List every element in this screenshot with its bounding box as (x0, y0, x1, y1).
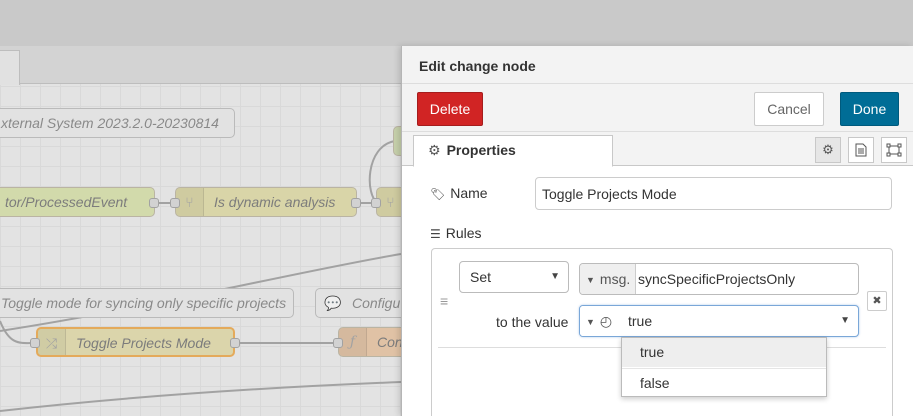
node-label: Conn (377, 334, 401, 350)
tray-tab-bar: ⚙ Properties ⚙ (402, 132, 913, 167)
flow-node-partial-top[interactable] (393, 126, 401, 156)
input-port[interactable] (30, 338, 40, 348)
rule-value-input[interactable]: ▼ ◴ true ▼ (579, 305, 859, 337)
flow-node-function[interactable]: ƒ Conn (338, 327, 401, 357)
delete-button[interactable]: Delete (417, 92, 483, 126)
function-icon: ƒ (339, 328, 367, 356)
workspace-tabs (0, 46, 401, 85)
tray-toolbar: Delete Cancel Done (402, 84, 913, 132)
tab-description[interactable] (848, 137, 874, 163)
to-the-value-label: to the value (496, 314, 569, 330)
rules-label: ☰ Rules (430, 225, 482, 241)
caret-down-icon: ▼ (586, 317, 595, 327)
input-port[interactable] (170, 198, 180, 208)
cancel-button[interactable]: Cancel (754, 92, 824, 126)
rule-target-input[interactable]: ▼ msg. syncSpecificProjectsOnly (579, 263, 859, 295)
tray-title: Edit change node (402, 46, 913, 84)
shuffle-icon: ⤮ (38, 329, 66, 355)
caret-down-icon: ▼ (586, 275, 595, 285)
chevron-down-icon: ▼ (550, 271, 560, 282)
node-label: Toggle Projects Mode (76, 335, 211, 351)
output-port[interactable] (230, 338, 240, 348)
chevron-down-icon: ▼ (840, 315, 850, 326)
rule-action-select[interactable]: Set ▼ (459, 261, 569, 293)
frame-icon (886, 143, 902, 157)
tab-settings[interactable]: ⚙ (815, 137, 841, 163)
gear-icon: ⚙ (428, 142, 441, 158)
type-selector-button[interactable]: ▼ ◴ (580, 306, 618, 336)
comment-toggle-mode[interactable]: Toggle mode for syncing only specific pr… (0, 288, 294, 318)
list-icon: ☰ (430, 227, 441, 241)
output-port[interactable] (149, 198, 159, 208)
comment-icon: 💬 (324, 295, 342, 311)
type-selector-button[interactable]: ▼ msg. (580, 264, 637, 294)
flow-canvas[interactable]: xternal System 2023.2.0-20230814 tor/Pro… (0, 46, 401, 416)
input-port[interactable] (371, 198, 381, 208)
drag-handle-icon[interactable]: ≡ (440, 294, 451, 308)
tag-icon: 🏷 (430, 187, 446, 201)
node-label: tor/ProcessedEvent (5, 194, 128, 210)
flow-node-toggle-projects-mode[interactable]: ⤮ Toggle Projects Mode (36, 327, 235, 357)
name-input[interactable] (535, 177, 892, 210)
flow-node-processed-event[interactable]: tor/ProcessedEvent (0, 187, 155, 217)
document-icon (855, 143, 867, 157)
output-port[interactable] (351, 198, 361, 208)
tab-properties[interactable]: ⚙ Properties (413, 135, 613, 167)
boolean-type-icon: ◴ (599, 313, 613, 329)
done-button[interactable]: Done (840, 92, 899, 126)
dropdown-option-false[interactable]: false (622, 368, 826, 397)
workspace-tab[interactable] (0, 50, 20, 85)
tab-appearance[interactable] (881, 137, 907, 163)
edit-tray: Edit change node Delete Cancel Done ⚙ Pro… (401, 46, 913, 416)
comment-node-version[interactable]: xternal System 2023.2.0-20230814 (0, 108, 235, 138)
gear-icon: ⚙ (822, 142, 834, 157)
node-label: Is dynamic analysis (214, 194, 336, 210)
editor-header (0, 0, 913, 46)
switch-icon: ⑂ (176, 188, 204, 216)
name-label: 🏷 Name (430, 185, 488, 201)
wires (0, 140, 401, 412)
input-port[interactable] (333, 338, 343, 348)
remove-rule-button[interactable]: ✖ (867, 291, 887, 311)
boolean-dropdown: true false (621, 337, 827, 397)
dropdown-option-true[interactable]: true (622, 338, 826, 367)
comment-configure[interactable]: 💬 Configu (315, 288, 401, 318)
flow-node-is-dynamic-analysis[interactable]: ⑂ Is dynamic analysis (175, 187, 357, 217)
close-icon: ✖ (872, 295, 882, 307)
